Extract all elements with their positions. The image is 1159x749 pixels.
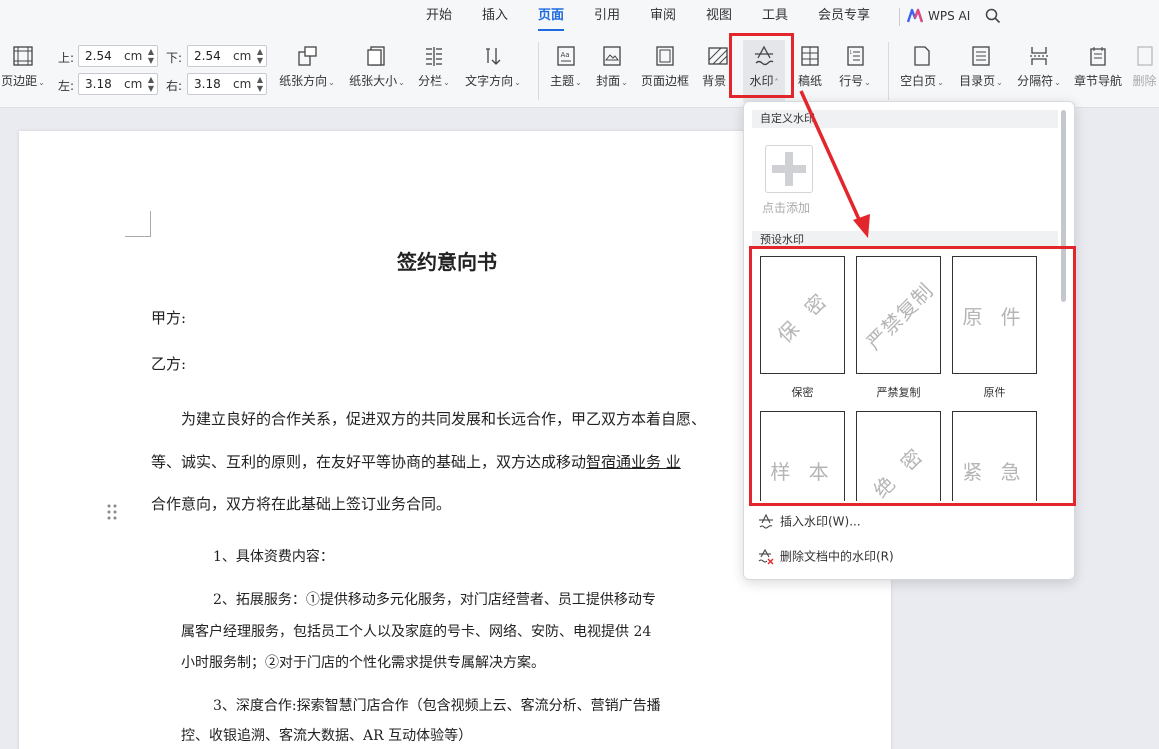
chapter-nav-button[interactable]: 章节导航 — [1071, 40, 1125, 102]
tab-member[interactable]: 会员专享 — [818, 0, 870, 34]
margin-left-spinner[interactable]: ▲ ▼ — [148, 75, 154, 93]
delete-page-icon — [1136, 46, 1153, 66]
manuscript-button[interactable]: 稿纸 — [792, 40, 828, 102]
theme-button[interactable]: Aa 主题⌄ — [546, 40, 586, 102]
ribbon-divider — [888, 42, 889, 100]
tab-divider — [899, 8, 900, 26]
delete-button[interactable]: 删除 — [1130, 40, 1159, 102]
separator-button[interactable]: 分隔符⌄ — [1013, 40, 1065, 102]
delete-watermark-menu-item[interactable]: 删除文档中的水印(R) — [758, 545, 894, 567]
margin-right-spinner[interactable]: ▲ ▼ — [257, 75, 263, 93]
document-title[interactable]: 签约意向书 — [397, 246, 497, 275]
margin-bottom-spinner[interactable]: ▲ ▼ — [257, 47, 263, 65]
delete-watermark-icon — [758, 548, 774, 564]
ribbon-toolbar: 页边距⌄ 上: 2.54 cm ▲ ▼ 下: 2.54 cm ▲ ▼ 左: 3.18 cm… — [0, 34, 1159, 108]
watermark-button-highlight — [729, 33, 794, 98]
custom-watermark-header: 自定义水印 — [752, 110, 1058, 128]
search-icon[interactable] — [985, 8, 1001, 24]
tab-insert[interactable]: 插入 — [482, 0, 508, 34]
party-a-line[interactable]: 甲方: — [151, 307, 186, 328]
underlined-service-name[interactable]: 智宿通业务 业 — [586, 453, 681, 471]
line-numbers-icon: 1 — [847, 46, 864, 66]
margin-bottom-label: 下: — [166, 51, 183, 65]
text-direction-button[interactable]: 文字方向⌄ — [462, 40, 524, 102]
margin-bottom-input[interactable]: 2.54 cm ▲ ▼ — [187, 45, 267, 67]
tab-view[interactable]: 视图 — [706, 0, 732, 34]
margins-button[interactable]: 页边距⌄ — [0, 40, 46, 102]
blank-page-icon — [914, 46, 930, 66]
list-item[interactable]: 2、拓展服务：①提供移动多元化服务，对门店经营者、员工提供移动专 — [213, 589, 656, 609]
list-item[interactable]: 1、具体资费内容： — [213, 546, 334, 566]
columns-icon — [426, 47, 442, 66]
margin-top-label: 上: — [58, 51, 75, 65]
page-border-button[interactable]: 页面边框 — [638, 40, 692, 102]
paragraph-line[interactable]: 等、诚实、互利的原则，在友好平等协商的基础上，双方达成移动智宿通业务 业 — [151, 451, 681, 472]
svg-text:Aa: Aa — [561, 51, 570, 59]
paper-size-icon — [367, 46, 385, 66]
tab-references[interactable]: 引用 — [594, 0, 620, 34]
paragraph-line[interactable]: 合作意向，双方将在此基础上签订业务合同。 — [151, 493, 451, 514]
tab-home[interactable]: 开始 — [426, 0, 452, 34]
margin-top-input[interactable]: 2.54 cm ▲ ▼ — [78, 45, 158, 67]
paper-size-button[interactable]: 纸张大小⌄ — [346, 40, 408, 102]
margin-right-label: 右: — [166, 79, 183, 93]
drag-handle-icon[interactable] — [107, 504, 117, 520]
columns-button[interactable]: 分栏⌄ — [414, 40, 454, 102]
background-icon — [708, 47, 728, 65]
toc-page-button[interactable]: 目录页⌄ — [955, 40, 1007, 102]
add-custom-watermark-button[interactable] — [765, 145, 813, 193]
toc-page-icon — [972, 46, 990, 66]
insert-watermark-menu-item[interactable]: 插入水印(W)... — [758, 510, 861, 532]
list-item[interactable]: 3、深度合作:探索智慧门店合作（包含视频上云、客流分析、营销广告播 — [213, 695, 661, 715]
ribbon-divider — [538, 42, 539, 100]
orientation-icon — [298, 46, 317, 66]
wps-ai-logo-icon[interactable] — [907, 8, 923, 24]
text-direction-icon — [486, 48, 501, 65]
margins-icon — [13, 46, 33, 66]
tab-tools[interactable]: 工具 — [762, 0, 788, 34]
preset-grid-highlight — [749, 246, 1076, 506]
margin-left-label: 左: — [58, 79, 75, 93]
separator-icon — [1030, 47, 1048, 65]
orientation-button[interactable]: 纸张方向⌄ — [276, 40, 338, 102]
tab-review[interactable]: 审阅 — [650, 0, 676, 34]
cover-icon — [603, 46, 621, 66]
manuscript-icon — [801, 46, 819, 66]
svg-text:1: 1 — [850, 50, 853, 55]
menu-tab-bar: 开始 插入 页面 引用 审阅 视图 工具 会员专享 WPS AI — [0, 0, 1159, 34]
margin-right-input[interactable]: 3.18 cm ▲ ▼ — [187, 73, 267, 95]
add-custom-watermark-label: 点击添加 — [762, 201, 811, 215]
chapter-nav-icon — [1090, 47, 1106, 66]
plus-icon — [772, 152, 806, 186]
party-b-line[interactable]: 乙方: — [151, 353, 186, 374]
line-numbers-button[interactable]: 1 行号⌄ — [834, 40, 876, 102]
theme-icon: Aa — [557, 46, 575, 66]
blank-page-button[interactable]: 空白页⌄ — [896, 40, 948, 102]
list-item[interactable]: 属客户经理服务，包括员工个人以及家庭的号卡、网络、安防、电视提供 24 — [181, 621, 651, 641]
tab-page[interactable]: 页面 — [538, 0, 565, 34]
list-item[interactable]: 小时服务制；②对于门店的个性化需求提供专属解决方案。 — [181, 652, 545, 672]
page-border-icon — [656, 46, 674, 66]
page-corner-mark — [125, 211, 151, 237]
list-item[interactable]: 控、收银追溯、客流大数据、AR 互动体验等） — [181, 725, 472, 745]
wps-ai-button[interactable]: WPS AI — [928, 0, 970, 32]
margin-top-spinner[interactable]: ▲ ▼ — [148, 47, 154, 65]
cover-button[interactable]: 封面⌄ — [592, 40, 632, 102]
insert-watermark-icon — [759, 513, 773, 529]
paragraph-line[interactable]: 为建立良好的合作关系，促进双方的共同发展和长远合作，甲乙双方本着自愿、 — [181, 408, 706, 429]
margin-left-input[interactable]: 3.18 cm ▲ ▼ — [78, 73, 158, 95]
